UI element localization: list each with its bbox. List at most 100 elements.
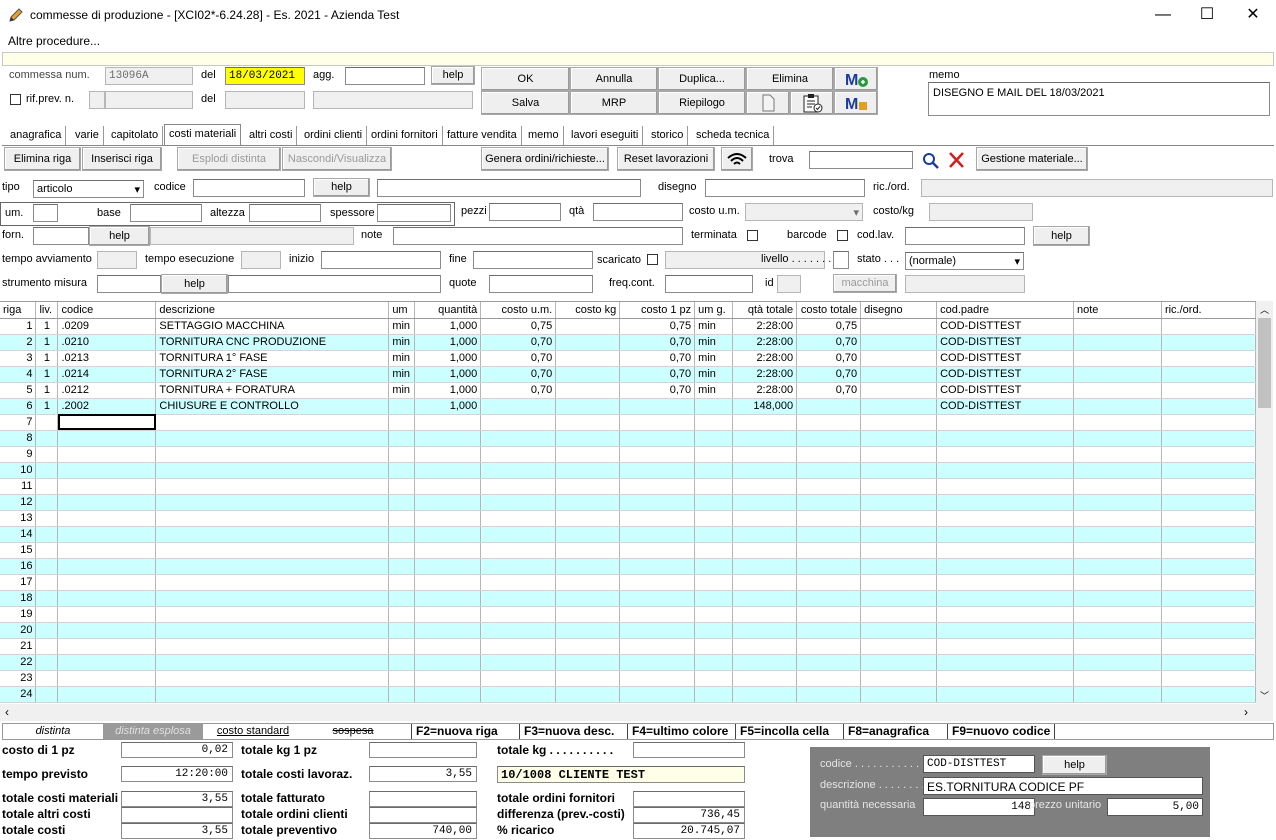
table-cell[interactable] (480, 446, 557, 463)
table-cell[interactable] (1073, 430, 1162, 447)
table-cell[interactable] (619, 542, 696, 559)
clipboard-check-button[interactable] (790, 91, 834, 115)
table-cell[interactable] (936, 462, 1075, 479)
table-cell[interactable] (732, 430, 798, 447)
table-cell[interactable] (555, 590, 621, 607)
table-cell[interactable] (35, 590, 59, 607)
table-cell[interactable]: 2:28:00 (732, 350, 798, 367)
table-cell[interactable] (57, 622, 157, 639)
table-cell[interactable] (480, 510, 557, 527)
table-cell[interactable] (1161, 446, 1256, 463)
table-cell[interactable]: COD-DISTTEST (936, 334, 1075, 351)
table-cell[interactable] (414, 446, 482, 463)
table-row[interactable]: 1 1.0209 SETTAGGIO MACCHINA min 1,000 0,75 0,7… (0, 318, 1256, 335)
table-cell[interactable] (155, 414, 390, 431)
table-cell[interactable] (388, 670, 416, 687)
table-cell[interactable] (388, 414, 416, 431)
table-cell[interactable] (155, 686, 390, 703)
table-cell[interactable] (480, 670, 557, 687)
table-row[interactable]: 18 (0, 590, 1256, 607)
table-cell[interactable] (1073, 686, 1162, 703)
table-cell[interactable] (35, 638, 59, 655)
table-cell[interactable] (1073, 334, 1162, 351)
table-cell[interactable] (155, 494, 390, 511)
table-cell[interactable] (732, 414, 798, 431)
table-cell[interactable] (35, 558, 59, 575)
table-cell[interactable] (388, 542, 416, 559)
tempo-avviamento-field[interactable] (97, 251, 137, 269)
table-row[interactable]: 17 (0, 574, 1256, 591)
table-cell[interactable] (732, 606, 798, 623)
table-cell[interactable] (555, 318, 621, 335)
table-row[interactable]: 13 (0, 510, 1256, 527)
table-cell[interactable] (414, 606, 482, 623)
table-cell[interactable] (860, 606, 938, 623)
tab-capitolato[interactable]: capitolato (107, 126, 164, 145)
panel-descrizione-field[interactable]: ES.TORNITURA CODICE PF (923, 777, 1203, 795)
table-cell[interactable]: 0,70 (619, 366, 696, 383)
table-cell[interactable] (796, 414, 862, 431)
fine-field[interactable] (473, 251, 593, 269)
table-cell[interactable] (35, 510, 59, 527)
table-cell[interactable] (57, 510, 157, 527)
table-cell[interactable]: COD-DISTTEST (936, 350, 1075, 367)
strumento-help-button[interactable]: help (161, 274, 228, 294)
table-cell[interactable]: 1,000 (414, 382, 482, 399)
gestione-materiale-button[interactable]: Gestione materiale... (976, 147, 1088, 171)
table-cell[interactable] (860, 542, 938, 559)
table-cell[interactable] (1161, 350, 1256, 367)
table-row[interactable]: 9 (0, 446, 1256, 463)
table-cell[interactable] (414, 590, 482, 607)
table-cell[interactable] (1073, 590, 1162, 607)
table-cell[interactable] (732, 670, 798, 687)
column-header[interactable]: um (388, 302, 416, 319)
table-cell[interactable] (155, 510, 390, 527)
nascondi-visualizza-button[interactable]: Nascondi/Visualizza (282, 147, 392, 171)
table-cell[interactable] (860, 590, 938, 607)
table-cell[interactable] (694, 478, 734, 495)
vertical-scrollbar[interactable]: ︿ ﹀ (1256, 301, 1273, 704)
strumento-field[interactable] (97, 275, 161, 293)
table-cell[interactable]: 0,70 (619, 382, 696, 399)
table-cell[interactable] (555, 414, 621, 431)
table-cell[interactable] (619, 430, 696, 447)
table-cell[interactable]: min (694, 350, 734, 367)
column-header[interactable]: riga (0, 302, 37, 319)
table-cell[interactable]: 5 (0, 382, 37, 399)
table-cell[interactable] (796, 462, 862, 479)
table-cell[interactable] (860, 414, 938, 431)
table-row[interactable]: 4 1.0214 TORNITURA 2° FASE min 1,000 0,70 0,70… (0, 366, 1256, 383)
codlav-help-button[interactable]: help (1033, 226, 1090, 246)
table-cell[interactable] (936, 414, 1075, 431)
table-cell[interactable]: SETTAGGIO MACCHINA (155, 318, 390, 335)
stato-select[interactable]: (normale) ▾ (905, 252, 1024, 270)
table-row[interactable]: 14 (0, 526, 1256, 543)
table-cell[interactable]: 0,70 (480, 366, 557, 383)
table-row[interactable]: 3 1.0213 TORNITURA 1° FASE min 1,000 0,70 0,70… (0, 350, 1256, 367)
table-cell[interactable] (35, 670, 59, 687)
table-cell[interactable] (796, 478, 862, 495)
table-cell[interactable]: 17 (0, 574, 37, 591)
table-cell[interactable] (1161, 574, 1256, 591)
table-cell[interactable]: 0,75 (619, 318, 696, 335)
table-cell[interactable] (555, 510, 621, 527)
table-cell[interactable] (388, 446, 416, 463)
table-cell[interactable]: 15 (0, 542, 37, 559)
tab-ordini-clienti[interactable]: ordini clienti (300, 126, 368, 145)
table-cell[interactable] (694, 542, 734, 559)
table-cell[interactable]: 4 (0, 366, 37, 383)
table-cell[interactable] (732, 510, 798, 527)
table-cell[interactable] (57, 542, 157, 559)
codlav-field[interactable] (905, 227, 1025, 245)
table-cell[interactable] (35, 494, 59, 511)
table-row[interactable]: 2 1.0210 TORNITURA CNC PRODUZIONE min 1,000 0… (0, 334, 1256, 351)
column-header[interactable]: cod.padre (936, 302, 1075, 319)
table-cell[interactable] (1161, 494, 1256, 511)
table-cell[interactable] (796, 542, 862, 559)
table-cell[interactable] (732, 446, 798, 463)
table-cell[interactable] (388, 558, 416, 575)
table-cell[interactable]: .0214 (57, 366, 157, 383)
table-cell[interactable] (1073, 654, 1162, 671)
table-cell[interactable] (414, 686, 482, 703)
table-cell[interactable]: 2:28:00 (732, 334, 798, 351)
